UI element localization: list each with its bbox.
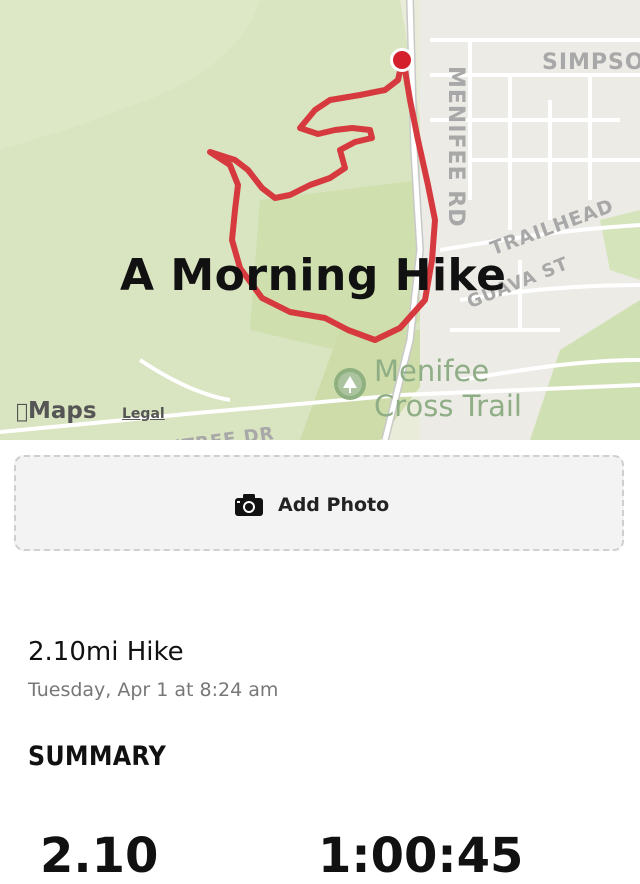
- maps-attribution-text: Maps: [16, 398, 97, 424]
- activity-date: Tuesday, Apr 1 at 8:24 am: [28, 679, 279, 701]
- maps-attribution: Maps: [16, 398, 97, 424]
- apple-logo-icon: : [16, 399, 28, 423]
- add-photo-label: Add Photo: [278, 494, 390, 516]
- poi-label-line1[interactable]: Menifee: [374, 355, 489, 388]
- legal-link[interactable]: Legal: [122, 406, 165, 422]
- summary-heading: SUMMARY: [28, 741, 167, 772]
- activity-title: 2.10mi Hike: [28, 637, 184, 667]
- poi-label-line2[interactable]: Cross Trail: [374, 390, 522, 423]
- map-activity-title: A Morning Hike: [120, 250, 507, 301]
- route-map[interactable]: MENIFEE RD SIMPSO TRAILHEAD GUAVA ST NTR…: [0, 0, 640, 440]
- street-label-simpson: SIMPSO: [542, 50, 640, 75]
- camera-icon: [235, 494, 263, 516]
- summary-duration-value: 1:00:45: [318, 828, 524, 884]
- tree-icon: [334, 368, 366, 400]
- add-photo-button[interactable]: Add Photo: [14, 455, 624, 551]
- summary-distance-value: 2.10: [40, 828, 159, 884]
- street-label-menifee-rd: MENIFEE RD: [443, 66, 468, 228]
- start-marker: [393, 51, 411, 69]
